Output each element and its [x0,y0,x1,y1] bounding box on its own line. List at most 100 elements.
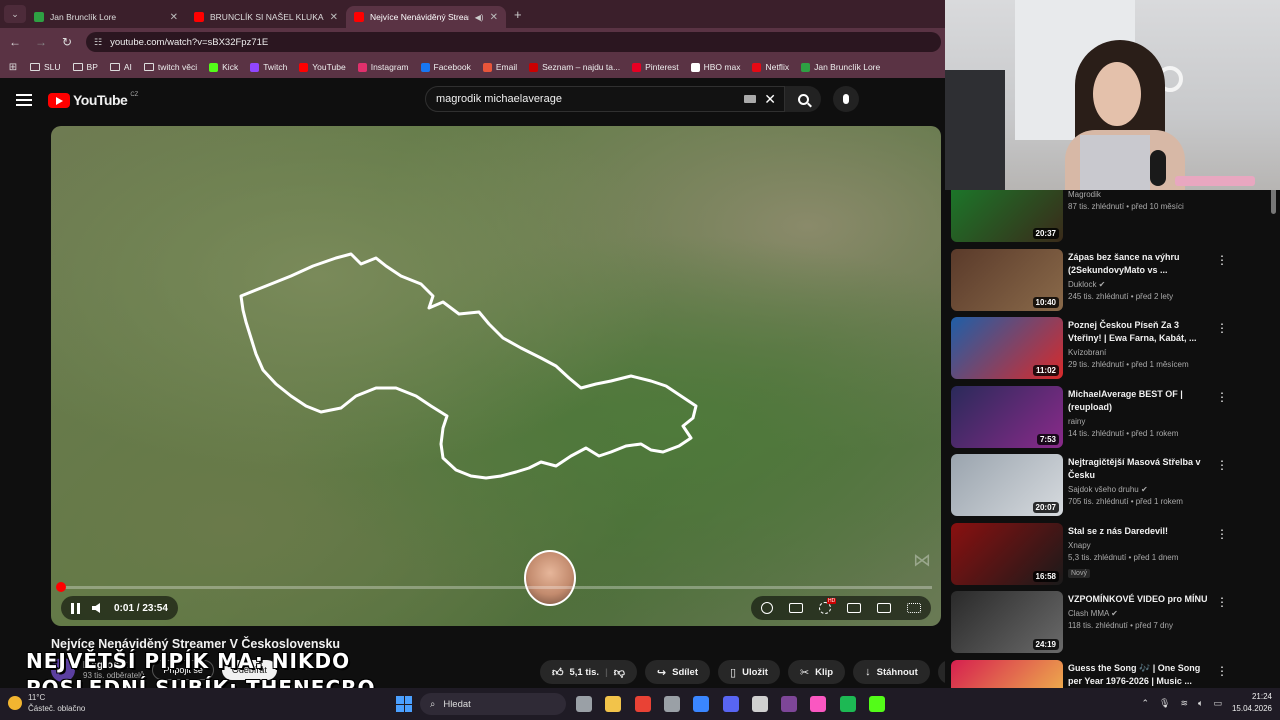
bookmark-item[interactable]: Jan Brunclík Lore [795,62,886,72]
tab-close-icon[interactable]: ✕ [170,12,178,23]
more-options-icon[interactable]: ⋮ [1216,321,1228,335]
discord-icon[interactable] [722,696,739,712]
autoplay-toggle-icon[interactable] [761,602,773,614]
recommendation-thumbnail[interactable]: 11:02 [951,317,1063,379]
url-text[interactable]: youtube.com/watch?v=sBX32Fpz71E [110,37,268,48]
site-info-icon[interactable]: ☷ [94,37,102,48]
recommendation-item[interactable]: 10:40 Zápas bez šance na výhru (2Sekundov… [951,248,1271,311]
like-count[interactable]: 5,1 tis. [570,667,600,678]
bookmark-item[interactable]: Instagram [352,62,415,72]
download-button[interactable]: ↓ Stáhnout [853,660,930,684]
tab-close-icon[interactable]: ✕ [490,12,498,23]
channel-name[interactable]: Kvízobraní [1068,348,1106,357]
recommendation-thumbnail[interactable]: 10:40 [951,248,1063,311]
menu-icon[interactable] [16,91,32,109]
search-input[interactable]: magrodik michaelaverage ✕ [425,86,785,112]
volume-icon[interactable] [92,603,100,613]
speaker-icon[interactable]: ◀) [475,13,484,22]
bookmark-item[interactable]: BP [67,62,104,72]
tab-close-icon[interactable]: ✕ [330,12,338,23]
cast-icon[interactable] [877,603,891,613]
bookmark-item[interactable]: YouTube [293,62,351,72]
keyboard-icon[interactable] [744,95,756,103]
chrome-icon[interactable] [634,696,651,712]
thumbs-down-icon[interactable]: 👎︎ [614,666,625,679]
recommendation-title[interactable]: Zápas bez šance na výhru (2SekundovyMato… [1068,251,1213,277]
recommendation-thumbnail[interactable]: 24:19 [951,591,1063,653]
bookmark-item[interactable]: Email [477,62,523,72]
thumbs-up-icon[interactable]: 👍︎ [552,666,564,679]
more-options-icon[interactable]: ⋮ [1216,390,1228,404]
recommendation-thumbnail[interactable]: 16:58 [951,522,1063,585]
recommendation-item[interactable]: 16:58 Stal se z nás Daredevil! Xnapy 5,3 ti… [951,522,1271,585]
more-options-icon[interactable]: ⋮ [1216,458,1228,472]
speaker-volume-icon[interactable]: 🔈︎ [1198,698,1203,709]
bookmark-item[interactable]: HBO max [685,62,747,72]
bookmark-item[interactable]: Twitch [244,62,293,72]
recommendation-thumbnail[interactable]: 20:07 [951,454,1063,516]
channel-name[interactable]: Sajdok všeho druhu [1068,485,1139,494]
share-button[interactable]: ↪ Sdílet [644,660,711,684]
recommendation-thumbnail[interactable]: 14:57 [951,659,1063,688]
recommendation-channel[interactable]: Kvízobraní [1068,348,1213,357]
bookmark-item[interactable]: Kick [203,62,244,72]
channel-name[interactable]: rainy [1068,417,1085,426]
recommendation-item[interactable]: 24:19 VZPOMÍNKOVÉ VIDEO pro MÍNU Clash MMA… [951,591,1271,653]
clip-button[interactable]: ✂ Klip [787,660,846,684]
video-player[interactable]: ⋈ 0:01 / 23:54 HD [51,126,941,626]
settings-button[interactable]: HD [819,598,837,614]
more-options-icon[interactable]: ⋮ [1216,664,1228,678]
fullscreen-icon[interactable] [907,603,921,613]
pause-icon[interactable] [71,602,80,614]
recommendation-channel[interactable]: rainy [1068,417,1213,426]
weather-widget[interactable]: 11°C Částeč. oblačno [8,692,85,714]
subtitles-icon[interactable] [789,603,803,613]
apps-grid-icon[interactable]: ⊞ [2,62,24,73]
sidebar-scrollbar[interactable] [1271,186,1276,214]
more-options-icon[interactable]: ⋮ [1216,253,1228,267]
taskbar-clock[interactable]: 21:24 15.04.2026 [1232,691,1272,715]
search-query[interactable]: magrodik michaelaverage [436,93,562,105]
recommendation-channel[interactable]: Clash MMA ✔ [1068,609,1213,618]
recommendation-title[interactable]: Poznej Českou Píseň Za 3 Vteřiny! | Ewa … [1068,319,1213,345]
search-button[interactable] [785,86,821,112]
recommendation-channel[interactable]: Duklock ✔ [1068,280,1213,289]
recommendation-item[interactable]: 11:02 Poznej Českou Píseň Za 3 Vteřiny! |… [951,317,1271,379]
voice-search-button[interactable] [833,86,859,112]
battery-icon[interactable]: ▭ [1213,698,1222,709]
channel-name[interactable]: Clash MMA [1068,609,1109,618]
tray-overflow-icon[interactable]: ⌃ [1142,698,1150,709]
settings-icon[interactable] [663,696,680,712]
address-bar[interactable]: ☷ youtube.com/watch?v=sBX32Fpz71E [86,32,941,52]
obs-icon[interactable] [751,696,768,712]
clear-search-icon[interactable]: ✕ [764,91,776,108]
tab-search-icon[interactable]: ⌄ [4,5,26,23]
recommendation-title[interactable]: MichaelAverage BEST OF | (reupload) [1068,388,1213,414]
recommendation-item[interactable]: 20:07 Nejtragičtější Masová Střelba v Čes… [951,454,1271,516]
new-tab-button[interactable]: + [514,7,522,22]
recommendation-title[interactable]: Nejtragičtější Masová Střelba v Česku [1068,456,1213,482]
recommendation-thumbnail[interactable]: 7:53 [951,385,1063,448]
bookmark-item[interactable]: AI [104,62,138,72]
recommendation-title[interactable]: VZPOMÍNKOVÉ VIDEO pro MÍNU [1068,593,1213,606]
browser-tab-active[interactable]: Nejvíce Nenáviděný Stream ◀) ✕ [346,6,506,28]
task-view-icon[interactable] [576,696,592,712]
wifi-icon[interactable]: ≋ [1180,698,1188,709]
tray-mic-icon[interactable]: 🎙︎ [1159,698,1170,709]
windows-start-icon[interactable] [396,696,412,712]
taskbar-search[interactable]: ⌕ Hledat [420,693,566,715]
progress-scrubber[interactable] [55,582,66,592]
recommendation-item[interactable]: 20:37 Magrodik 87 tis. zhlédnutí • před 10… [951,186,1271,242]
forward-arrow-icon[interactable]: → [30,35,52,49]
video-progress-bar[interactable] [55,582,932,592]
itunes-icon[interactable] [810,696,827,712]
more-options-icon[interactable]: ⋮ [1216,527,1228,541]
photos-icon[interactable] [693,696,710,712]
spotify-icon[interactable] [839,696,856,712]
recommendation-channel[interactable]: Xnapy [1068,541,1213,550]
file-explorer-icon[interactable] [605,696,622,712]
bookmark-item[interactable]: Netflix [746,62,795,72]
browser-tab[interactable]: BRUNCLÍK SI NAŠEL KLUKA! - Y ✕ [186,6,346,28]
recommendation-item[interactable]: 14:57Guess the Song 🎶 | One Song per Yea… [951,659,1271,688]
bookmark-item[interactable]: Pinterest [626,62,685,72]
